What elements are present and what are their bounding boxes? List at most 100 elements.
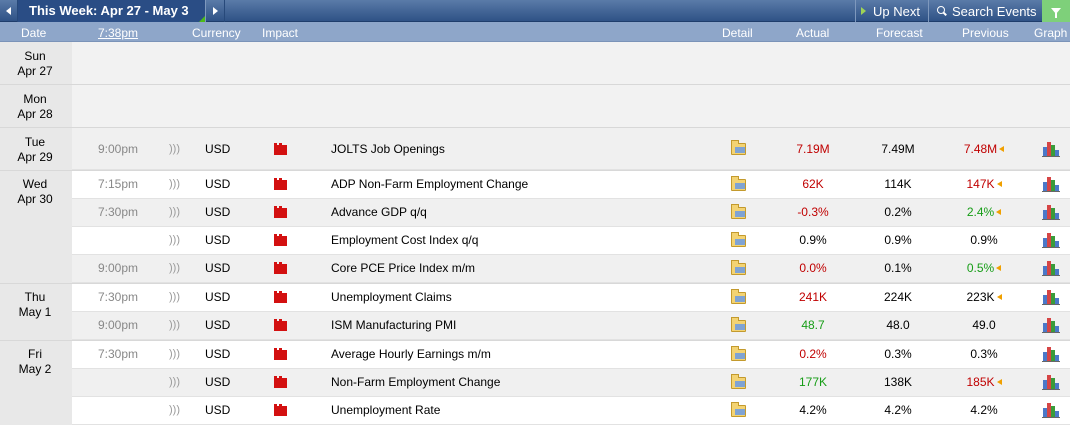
chart-icon[interactable] [1042,290,1060,305]
detail-folder-icon[interactable] [731,317,746,332]
event-row[interactable]: 9:00pm ))) USD Core PCE Price Index m/m … [72,255,1070,283]
search-events-label: Search Events [952,3,1037,19]
event-actual: 0.9% [799,233,827,247]
sound-icon[interactable]: ))) [169,199,180,226]
event-actual: 7.19M [796,142,830,156]
day-label: Wed Apr 30 [17,177,53,206]
event-time: 7:30pm [98,347,139,361]
event-forecast: 114K [884,177,912,191]
event-row[interactable]: 7:30pm ))) USD Unemployment Claims 241K … [72,284,1070,312]
up-next-label: Up Next [873,3,920,19]
event-currency: USD [205,375,231,389]
chart-icon[interactable] [1042,233,1060,248]
sound-icon[interactable]: ))) [169,227,180,254]
empty-day-panel [72,85,1070,127]
day-label: Fri May 2 [18,347,52,376]
event-forecast: 0.2% [884,205,912,219]
event-previous: 0.9% [970,233,998,247]
event-name[interactable]: Non-Farm Employment Change [331,369,500,396]
event-row[interactable]: 7:30pm ))) USD Average Hourly Earnings m… [72,341,1070,369]
revised-icon [996,265,1002,271]
event-row[interactable]: 7:15pm ))) USD ADP Non-Farm Employment C… [72,171,1070,199]
event-name[interactable]: Unemployment Claims [331,284,452,311]
high-impact-icon [274,319,287,331]
detail-folder-icon[interactable] [731,402,746,417]
event-previous: 185K [942,369,1026,396]
filter-button[interactable] [1042,0,1070,22]
event-actual: -0.3% [797,205,829,219]
event-forecast: 48.0 [886,318,910,332]
chevron-right-icon [212,7,218,15]
event-name[interactable]: ADP Non-Farm Employment Change [331,171,528,198]
event-name[interactable]: Unemployment Rate [331,397,440,424]
event-row[interactable]: ))) USD Non-Farm Employment Change 177K … [72,369,1070,397]
chart-icon[interactable] [1042,347,1060,362]
chart-icon[interactable] [1042,375,1060,390]
detail-folder-icon[interactable] [731,176,746,191]
event-name[interactable]: ISM Manufacturing PMI [331,312,456,339]
event-row[interactable]: 7:30pm ))) USD Advance GDP q/q -0.3% 0.2… [72,199,1070,227]
detail-folder-icon[interactable] [731,346,746,361]
high-impact-icon [274,348,287,360]
revised-icon [996,181,1002,187]
event-row[interactable]: 9:00pm ))) USD JOLTS Job Openings 7.19M … [72,128,1070,170]
high-impact-icon [274,178,287,190]
detail-folder-icon[interactable] [731,140,746,155]
sound-icon[interactable]: ))) [169,128,180,170]
event-currency: USD [205,205,231,219]
day-block-thu: Thu May 1 7:30pm ))) USD Unemployment Cla… [0,284,1070,341]
revised-icon [999,146,1005,152]
event-row[interactable]: ))) USD Unemployment Rate 4.2% 4.2% 4.2% [72,397,1070,425]
event-name[interactable]: Advance GDP q/q [331,199,427,226]
sound-icon[interactable]: ))) [169,341,180,368]
chart-icon[interactable] [1042,177,1060,192]
table-header: Date 7:38pm Currency Impact Detail Actua… [0,22,1070,42]
sound-icon[interactable]: ))) [169,312,180,339]
chart-icon[interactable] [1042,403,1060,418]
event-time: 9:00pm [98,318,139,332]
sound-icon[interactable]: ))) [169,255,180,282]
event-row[interactable]: 9:00pm ))) USD ISM Manufacturing PMI 48.… [72,312,1070,340]
event-name[interactable]: JOLTS Job Openings [331,128,445,170]
day-block-tue: Tue Apr 29 9:00pm ))) USD JOLTS Job Openi… [0,128,1070,171]
event-actual: 48.7 [801,318,825,332]
event-actual: 0.0% [799,261,827,275]
chart-icon[interactable] [1042,205,1060,220]
sound-icon[interactable]: ))) [169,397,180,424]
day-block-fri: Fri May 2 7:30pm ))) USD Average Hourly E… [0,341,1070,425]
detail-folder-icon[interactable] [731,260,746,275]
detail-folder-icon[interactable] [731,289,746,304]
previous-week-button[interactable] [0,0,18,22]
event-forecast: 0.3% [884,347,912,361]
event-name[interactable]: Employment Cost Index q/q [331,227,478,254]
week-selector[interactable]: This Week: Apr 27 - May 3 [18,0,205,22]
event-actual: 4.2% [799,403,827,417]
current-time-link[interactable]: 7:38pm [98,26,138,40]
day-row-sun: Sun Apr 27 [0,42,1070,85]
event-previous: 2.4% [942,199,1026,226]
up-next-button[interactable]: Up Next [855,0,928,22]
event-previous: 223K [942,284,1026,311]
sound-icon[interactable]: ))) [169,284,180,311]
header-detail: Detail [722,26,753,40]
sound-icon[interactable]: ))) [169,369,180,396]
chart-icon[interactable] [1042,142,1060,157]
next-week-button[interactable] [205,0,225,22]
revised-icon [996,379,1002,385]
detail-folder-icon[interactable] [731,232,746,247]
sound-icon[interactable]: ))) [169,171,180,198]
detail-folder-icon[interactable] [731,204,746,219]
high-impact-icon [274,262,287,274]
high-impact-icon [274,376,287,388]
event-name[interactable]: Average Hourly Earnings m/m [331,341,491,368]
event-currency: USD [205,403,231,417]
search-events-button[interactable]: Search Events [928,0,1042,22]
event-row[interactable]: ))) USD Employment Cost Index q/q 0.9% 0… [72,227,1070,255]
event-time: 7:15pm [98,177,139,191]
chart-icon[interactable] [1042,261,1060,276]
event-name[interactable]: Core PCE Price Index m/m [331,255,475,282]
chart-icon[interactable] [1042,318,1060,333]
detail-folder-icon[interactable] [731,374,746,389]
high-impact-icon [274,291,287,303]
event-actual: 62K [802,177,824,191]
